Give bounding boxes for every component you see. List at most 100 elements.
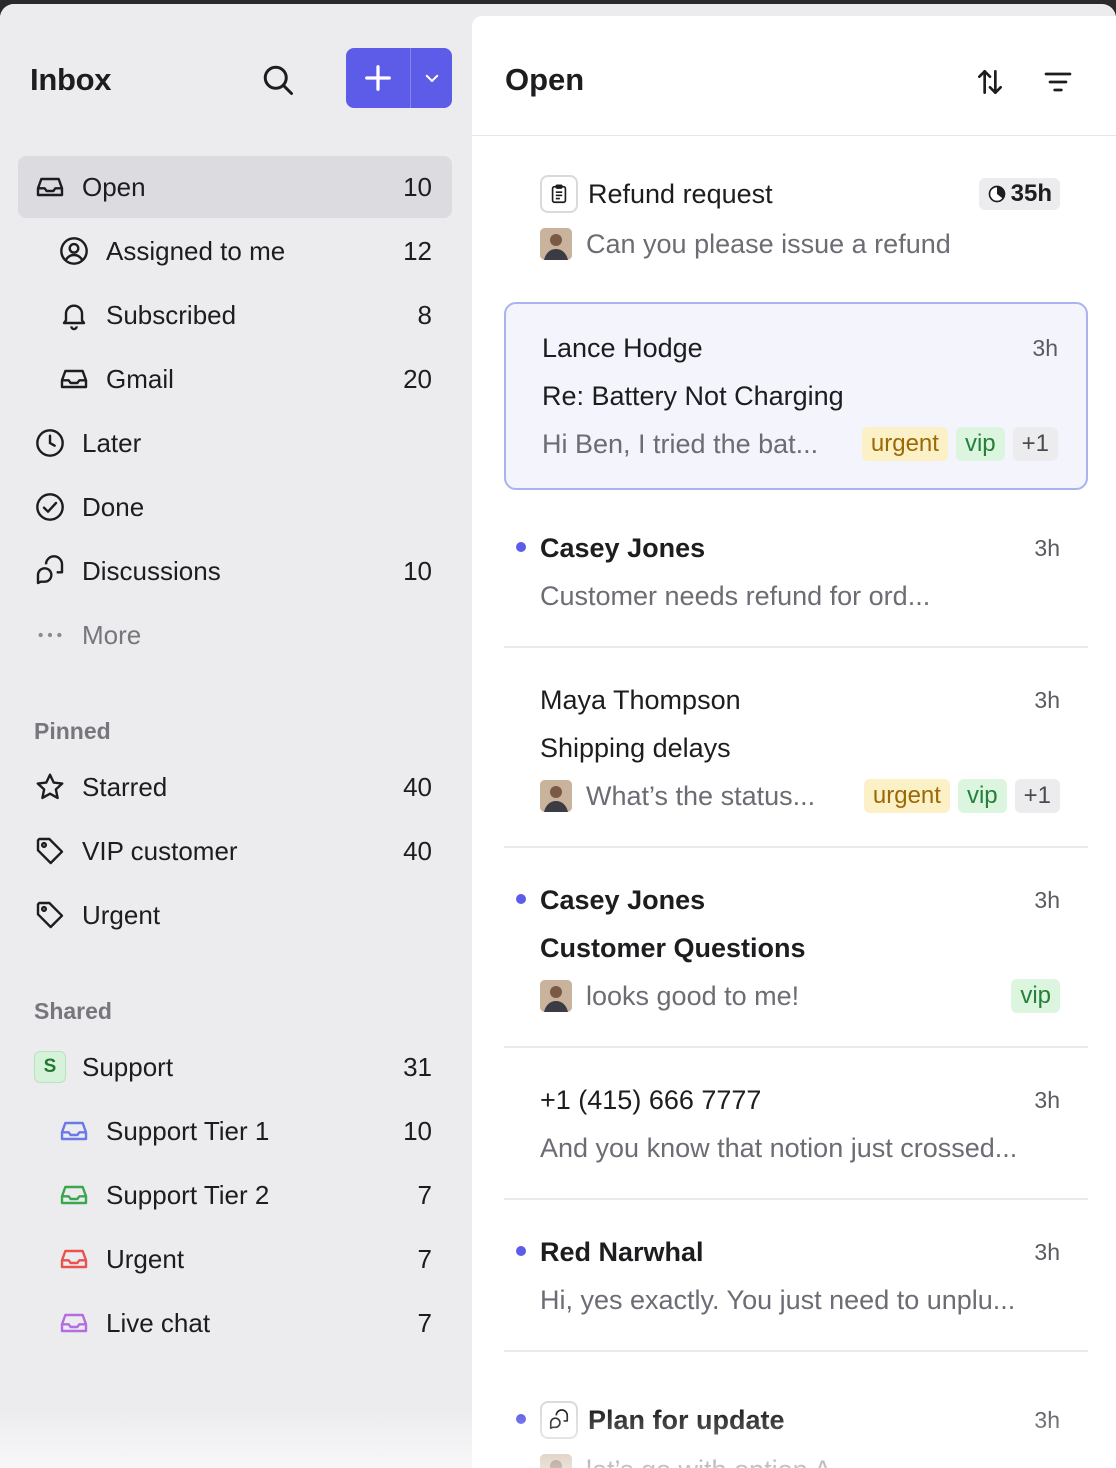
conversation-sender: Casey Jones xyxy=(540,532,706,563)
shared-section-label: Shared xyxy=(34,998,112,1024)
sidebar-item-done[interactable]: Done xyxy=(18,476,452,538)
conversation-subject: Customer Questions xyxy=(540,932,806,963)
sidebar-item-assigned-to-me[interactable]: Assigned to me 12 xyxy=(42,220,452,282)
sidebar-item-count: 10 xyxy=(403,555,432,586)
sidebar-title: Inbox xyxy=(30,62,112,97)
tag-vip: vip xyxy=(957,779,1007,813)
conversation-sender: Casey Jones xyxy=(540,884,706,915)
support-team-badge: S xyxy=(34,1051,66,1083)
check-circle-icon xyxy=(34,491,66,523)
user-circle-icon xyxy=(58,235,90,267)
compose-dropdown-button[interactable] xyxy=(411,48,452,108)
sidebar-item-starred[interactable]: Starred 40 xyxy=(18,756,452,818)
inbox-icon xyxy=(58,1243,90,1275)
app-window: Inbox Open 10 Assigned to me 12 Subscrib… xyxy=(0,4,1116,1468)
conversation-preview: let’s go with option A xyxy=(586,1455,832,1468)
sidebar-item-label: More xyxy=(82,619,142,650)
chat-bubbles-icon xyxy=(540,1401,578,1439)
sidebar-item-count: 7 xyxy=(417,1307,432,1338)
divider xyxy=(504,846,1088,848)
filter-icon xyxy=(1044,72,1072,92)
sidebar-item-vip-customer[interactable]: VIP customer 40 xyxy=(18,820,452,882)
conversation-item[interactable]: Plan for update 3h let’s go with option … xyxy=(504,1360,1088,1468)
avatar xyxy=(540,1454,572,1468)
conversation-preview: Hi Ben, I tried the bat... xyxy=(542,428,819,459)
inbox-icon xyxy=(58,1115,90,1147)
tag-vip: vip xyxy=(955,427,1005,461)
conversation-preview: And you know that notion just crossed... xyxy=(540,1132,1018,1163)
sidebar-item-support[interactable]: S Support 31 xyxy=(18,1036,452,1098)
sidebar-header: Inbox xyxy=(0,4,472,154)
sidebar-item-count: 40 xyxy=(403,771,432,802)
sidebar-item-label: Urgent xyxy=(106,1243,185,1274)
sidebar-item-urgent-tag[interactable]: Urgent xyxy=(18,884,452,946)
sidebar-item-count: 8 xyxy=(417,299,432,330)
conversation-time: 3h xyxy=(1034,886,1060,913)
sidebar-item-count: 7 xyxy=(417,1179,432,1210)
sidebar: Inbox Open 10 Assigned to me 12 Subscrib… xyxy=(0,4,472,1468)
sort-button[interactable] xyxy=(966,58,1014,106)
sidebar-item-label: Subscribed xyxy=(106,299,237,330)
conversation-sender: Maya Thompson xyxy=(540,684,741,715)
conversation-time: 3h xyxy=(1034,1086,1060,1113)
conversation-item[interactable]: Red Narwhal 3h Hi, yes exactly. You just… xyxy=(504,1208,1088,1350)
sidebar-item-label: Discussions xyxy=(82,555,221,586)
conversation-preview: Can you please issue a refund xyxy=(586,228,951,259)
sidebar-item-open[interactable]: Open 10 xyxy=(18,156,452,218)
sidebar-item-count: 7 xyxy=(417,1243,432,1274)
search-button[interactable] xyxy=(256,58,300,102)
compose-button[interactable] xyxy=(346,48,410,108)
conversation-time: 3h xyxy=(1032,334,1058,361)
conversation-item[interactable]: +1 (415) 666 7777 3h And you know that n… xyxy=(504,1056,1088,1198)
unread-dot xyxy=(516,1246,526,1256)
tag-list: vip xyxy=(1003,979,1060,1013)
sidebar-item-support-tier-1[interactable]: Support Tier 1 10 xyxy=(42,1100,452,1162)
sidebar-item-label: Done xyxy=(82,491,145,522)
sidebar-item-label: Support Tier 2 xyxy=(106,1179,270,1210)
sidebar-item-count: 10 xyxy=(403,171,432,202)
sidebar-item-label: Support Tier 1 xyxy=(106,1115,270,1146)
conversation-sender: Refund request xyxy=(588,178,773,209)
divider xyxy=(504,1350,1088,1352)
sidebar-item-more[interactable]: More xyxy=(18,604,452,666)
conversation-time: 3h xyxy=(1034,686,1060,713)
sidebar-item-gmail[interactable]: Gmail 20 xyxy=(42,348,452,410)
search-icon xyxy=(263,65,293,95)
sidebar-item-support-tier-2[interactable]: Support Tier 2 7 xyxy=(42,1164,452,1226)
conversation-item[interactable]: Maya Thompson 3h Shipping delays What’s … xyxy=(504,656,1088,846)
sidebar-item-urgent-inbox[interactable]: Urgent 7 xyxy=(42,1228,452,1290)
conversation-sender: +1 (415) 666 7777 xyxy=(540,1084,762,1115)
conversation-item[interactable]: Casey Jones 3h Customer Questions looks … xyxy=(504,856,1088,1046)
conversation-preview: looks good to me! xyxy=(586,980,800,1011)
avatar xyxy=(540,780,572,812)
inbox-icon xyxy=(34,171,66,203)
filter-button[interactable] xyxy=(1034,58,1082,106)
sidebar-item-count: 10 xyxy=(403,1115,432,1146)
timer-icon xyxy=(988,185,1005,203)
conversation-sender: Red Narwhal xyxy=(540,1236,704,1267)
sidebar-item-label: Assigned to me xyxy=(106,235,286,266)
sidebar-item-subscribed[interactable]: Subscribed 8 xyxy=(42,284,452,346)
clock-icon xyxy=(34,427,66,459)
tag-more: +1 xyxy=(1012,427,1058,461)
page-title: Open xyxy=(505,62,585,97)
conversation-item[interactable]: Refund request 35h Can you please issue … xyxy=(504,156,1088,296)
conversation-item[interactable]: Casey Jones 3h Customer needs refund for… xyxy=(504,504,1088,644)
list-header: Open xyxy=(472,16,1116,136)
conversation-item-selected[interactable]: Lance Hodge 3h Re: Battery Not Charging … xyxy=(504,302,1088,490)
conversation-subject: Re: Battery Not Charging xyxy=(542,380,844,411)
tag-icon xyxy=(34,835,66,867)
conversation-list-panel: Open Refund request 35h Can you please i… xyxy=(472,16,1116,1468)
sidebar-item-label: Urgent xyxy=(82,899,161,930)
sidebar-item-count: 20 xyxy=(403,363,432,394)
sidebar-item-label: Live chat xyxy=(106,1307,211,1338)
sidebar-item-later[interactable]: Later xyxy=(18,412,452,474)
sidebar-item-label: Later xyxy=(82,427,142,458)
divider xyxy=(504,646,1088,648)
sidebar-item-discussions[interactable]: Discussions 10 xyxy=(18,540,452,602)
sidebar-item-live-chat[interactable]: Live chat 7 xyxy=(42,1292,452,1354)
conversation-time: 3h xyxy=(1034,534,1060,561)
avatar xyxy=(540,980,572,1012)
conversation-time: 3h xyxy=(1034,1238,1060,1265)
sidebar-item-count: 40 xyxy=(403,835,432,866)
